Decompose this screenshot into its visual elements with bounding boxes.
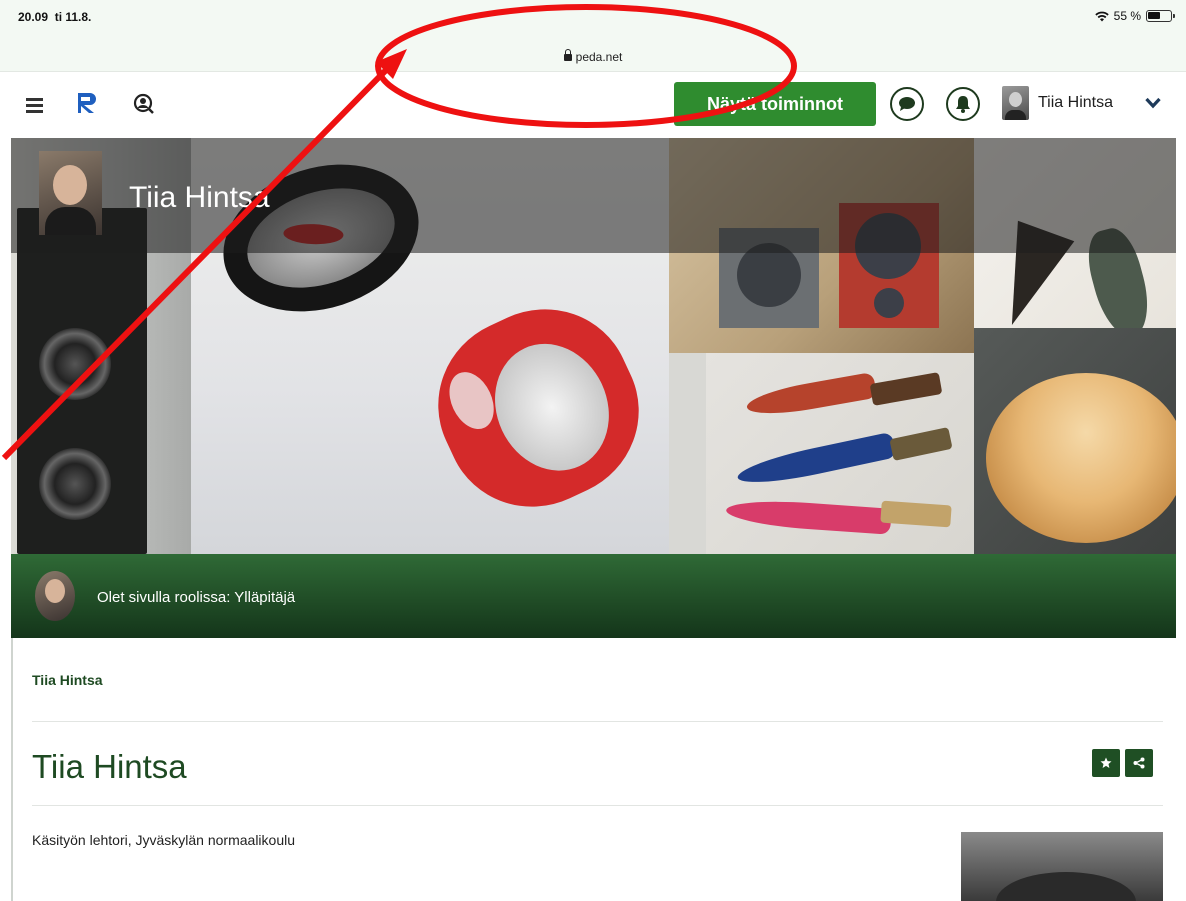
battery-icon: [1146, 10, 1175, 22]
wifi-icon: [1094, 11, 1109, 21]
hamburger-menu-icon[interactable]: [26, 98, 43, 113]
favorite-button[interactable]: [1092, 749, 1120, 777]
cover-banner: Tiia Hintsa: [11, 138, 1176, 554]
show-actions-button[interactable]: Näytä toiminnot: [674, 82, 876, 126]
chat-bubble-icon: [899, 97, 915, 111]
wooden-bowl-photo: [974, 328, 1176, 554]
banner-avatar: [39, 151, 102, 235]
role-bar: Olet sivulla roolissa: Ylläpitäjä: [11, 554, 1176, 638]
share-button[interactable]: [1125, 749, 1153, 777]
divider: [32, 805, 1163, 806]
clock-date: 20.09 ti 11.8.: [18, 10, 91, 24]
lock-icon: [563, 49, 572, 61]
knives-photo: [706, 353, 974, 554]
banner-title: Tiia Hintsa: [129, 181, 270, 214]
user-search-icon[interactable]: [133, 93, 154, 114]
address-url: peda.net: [575, 50, 623, 64]
bell-icon: [956, 96, 970, 113]
status-indicators: 55 %: [1094, 9, 1175, 23]
clock-time: 20.09: [18, 10, 49, 24]
profile-description: Käsityön lehtori, Jyväskylän normaalikou…: [32, 832, 296, 848]
star-icon: [1100, 757, 1112, 768]
chevron-down-icon[interactable]: [1145, 97, 1161, 109]
content-left-border: [11, 638, 13, 901]
role-avatar: [35, 571, 75, 621]
page-title: Tiia Hintsa: [32, 748, 187, 785]
status-date: ti 11.8.: [54, 10, 92, 24]
chat-button[interactable]: [890, 87, 924, 121]
peda-logo-icon[interactable]: [76, 91, 98, 115]
battery-percent: 55 %: [1113, 9, 1141, 23]
battery-fill: [1148, 12, 1160, 19]
profile-photo: [961, 832, 1163, 901]
screen: 20.09 ti 11.8. peda.net 55 % Näytä toimi…: [0, 0, 1186, 901]
notifications-button[interactable]: [946, 87, 980, 121]
breadcrumb[interactable]: Tiia Hintsa: [32, 672, 103, 688]
role-text: Olet sivulla roolissa: Ylläpitäjä: [97, 589, 296, 606]
browser-status-bar: 20.09 ti 11.8. peda.net 55 %: [0, 0, 1186, 72]
top-navbar: Näytä toiminnot Tiia Hintsa: [0, 72, 1186, 138]
user-name[interactable]: Tiia Hintsa: [1038, 94, 1113, 112]
share-icon: [1133, 757, 1145, 769]
divider: [32, 721, 1163, 722]
user-avatar[interactable]: [1002, 86, 1029, 120]
address-bar[interactable]: peda.net: [0, 49, 1186, 64]
